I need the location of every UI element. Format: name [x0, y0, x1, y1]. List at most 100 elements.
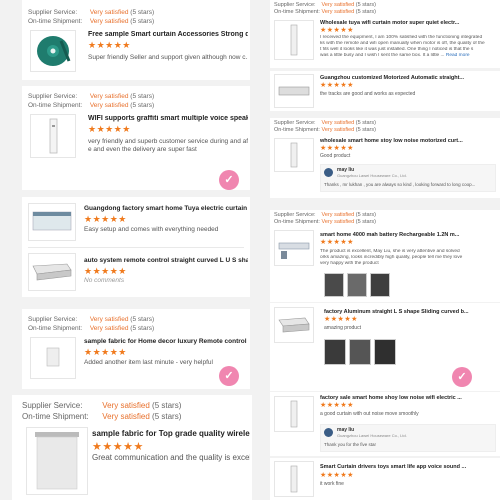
review-text: Added another item last minute - very he…	[84, 359, 213, 366]
battery-motor-icon	[278, 242, 310, 259]
review-card: Supplier Service: Very satisfied (5 star…	[270, 0, 500, 68]
review-text: ks with the remote and wifi open manuall…	[320, 41, 485, 46]
curtain-track-icon	[32, 211, 72, 231]
review-card: factory Aluminum straight L S shape Slid…	[270, 303, 500, 391]
product-title[interactable]: auto system remote control straight curv…	[84, 257, 248, 264]
product-thumbnail[interactable]	[28, 253, 76, 291]
review-photo[interactable]	[349, 339, 371, 365]
product-thumbnail[interactable]	[274, 396, 314, 432]
rating-stars: ★★★★★	[84, 214, 127, 224]
review-card: Supplier Service: Very satisfied (5 star…	[22, 86, 250, 190]
review-card: Supplier Service: Very satisfied (5 star…	[12, 395, 252, 500]
supplier-service-rating: Supplier Service: Very satisfied (5 star…	[274, 2, 376, 8]
rating-stars: ★★★★★	[324, 316, 358, 323]
product-title[interactable]: Smart Curtain drivers toys smart life ap…	[320, 464, 496, 470]
avatar	[324, 168, 333, 177]
review-text: Good product	[320, 153, 351, 159]
curtain-motor-icon	[290, 142, 298, 168]
reply-text: Thank you for the five star	[324, 442, 377, 447]
supplier-reply: may liu Guangzhou Lawei Houseware Co., L…	[320, 164, 496, 192]
product-title[interactable]: Free sample Smart curtain Accessories St…	[88, 31, 248, 38]
reply-company: Guangzhou Lawei Houseware Co., Ltd.	[337, 433, 407, 438]
product-thumbnail[interactable]	[30, 337, 76, 379]
sliding-track-icon	[278, 317, 310, 333]
roller-blind-icon	[35, 432, 79, 490]
product-thumbnail[interactable]	[274, 20, 314, 60]
product-title[interactable]: Guangdong factory smart home Tuya electr…	[84, 205, 248, 212]
review-card: Smart Curtain drivers toys smart life ap…	[270, 458, 500, 500]
review-photo[interactable]	[324, 273, 344, 297]
rating-stars: ★★★★★	[320, 402, 354, 409]
review-card: Supplier Service: Very satisfied (5 star…	[22, 0, 250, 80]
review-photo[interactable]	[324, 339, 346, 365]
review-text: a good curtain with out noise move smoot…	[320, 411, 419, 417]
product-title[interactable]: WIFI supports graffiti smart multiple vo…	[88, 115, 248, 122]
rating-stars: ★★★★★	[92, 441, 144, 453]
product-thumbnail[interactable]	[274, 74, 314, 108]
curtain-driver-icon	[290, 465, 298, 493]
rating-stars: ★★★★★	[320, 472, 354, 479]
curtain-motor-icon	[290, 400, 298, 428]
read-more-link[interactable]: Read more	[446, 53, 470, 58]
check-action-button[interactable]: ✓	[452, 367, 472, 387]
review-text: orks amazing, looks incredibly high qual…	[320, 255, 463, 260]
product-thumbnail[interactable]	[26, 427, 88, 495]
product-thumbnail[interactable]	[28, 203, 76, 241]
product-thumbnail[interactable]	[30, 114, 76, 158]
supplier-service-rating: Supplier Service: Very satisfied (5 star…	[274, 212, 376, 218]
on-time-shipment-rating: On-time Shipment: Very satisfied (5 star…	[274, 9, 376, 15]
review-photo[interactable]	[370, 273, 390, 297]
review-text: amazing product	[324, 325, 361, 331]
rating-stars: ★★★★★	[84, 266, 127, 276]
product-thumbnail[interactable]	[30, 30, 76, 72]
review-card: Guangzhou customized Motorized Automatic…	[270, 71, 500, 111]
review-text: I received the equipment, I am 100% sati…	[320, 35, 483, 40]
rating-stars: ★★★★★	[320, 27, 354, 34]
supplier-service-rating: Supplier Service: Very satisfied (5 star…	[28, 9, 155, 16]
on-time-shipment-rating: On-time Shipment: Very satisfied (5 star…	[28, 18, 155, 25]
supplier-service-rating: Supplier Service: Very satisfied (5 star…	[28, 93, 155, 100]
product-title[interactable]: sample fabric for Home decor luxury Remo…	[84, 338, 248, 345]
on-time-shipment-rating: On-time Shipment: Very satisfied (5 star…	[28, 325, 155, 332]
rating-stars: ★★★★★	[84, 347, 127, 357]
review-photo[interactable]	[347, 273, 367, 297]
product-thumbnail[interactable]	[274, 230, 314, 266]
supplier-reply: may liu Guangzhou Lawei Houseware Co., L…	[320, 424, 496, 452]
divider	[28, 247, 244, 248]
review-card: Guangdong factory smart home Tuya electr…	[22, 197, 250, 297]
rating-stars: ★★★★★	[320, 239, 354, 246]
tube-motor-icon	[290, 24, 298, 56]
product-thumbnail[interactable]	[274, 138, 314, 172]
check-action-button[interactable]: ✓	[219, 170, 239, 190]
rating-stars: ★★★★★	[320, 145, 354, 152]
review-text: it work fine	[320, 481, 344, 487]
review-photo[interactable]	[374, 339, 396, 365]
review-text: very happy with the product	[320, 261, 379, 266]
on-time-shipment-rating: On-time Shipment: Very satisfied (5 star…	[22, 412, 182, 421]
review-text: was a little busy and I wish I sent the …	[320, 53, 470, 58]
review-text: Great communication and the quality is e…	[92, 453, 250, 462]
motorized-track-icon	[278, 86, 310, 96]
rating-stars: ★★★★★	[320, 82, 354, 89]
speaker-device-icon	[49, 118, 58, 154]
review-text: very friendly and superb customer servic…	[88, 138, 248, 145]
product-thumbnail[interactable]	[274, 307, 314, 343]
product-thumbnail[interactable]	[274, 461, 314, 497]
supplier-service-rating: Supplier Service: Very satisfied (5 star…	[28, 316, 155, 323]
on-time-shipment-rating: On-time Shipment: Very satisfied (5 star…	[28, 102, 155, 109]
on-time-shipment-rating: On-time Shipment: Very satisfied (5 star…	[274, 127, 376, 133]
avatar	[324, 428, 333, 437]
rating-stars: ★★★★★	[88, 124, 131, 134]
review-card: Supplier Service: Very satisfied (5 star…	[22, 309, 250, 389]
check-action-button[interactable]: ✓	[219, 366, 239, 386]
review-text: The product is excellent, May Liu, she i…	[320, 249, 460, 254]
review-card: Supplier Service: Very satisfied (5 star…	[270, 118, 500, 198]
review-text: Super friendly Seller and support given …	[88, 54, 248, 61]
review-text: e and even the delivery are super fast	[88, 146, 197, 153]
review-text: t fits well it looks like it was just in…	[320, 47, 474, 52]
reply-text: Thanks , mr lukhan , you are always so k…	[324, 182, 476, 187]
aluminum-rail-icon	[32, 263, 72, 281]
product-title[interactable]: sample fabric for Top grade quality wire…	[92, 429, 250, 438]
review-card: factory sale smart home shoy low noise w…	[270, 392, 500, 456]
on-time-shipment-rating: On-time Shipment: Very satisfied (5 star…	[274, 219, 376, 225]
